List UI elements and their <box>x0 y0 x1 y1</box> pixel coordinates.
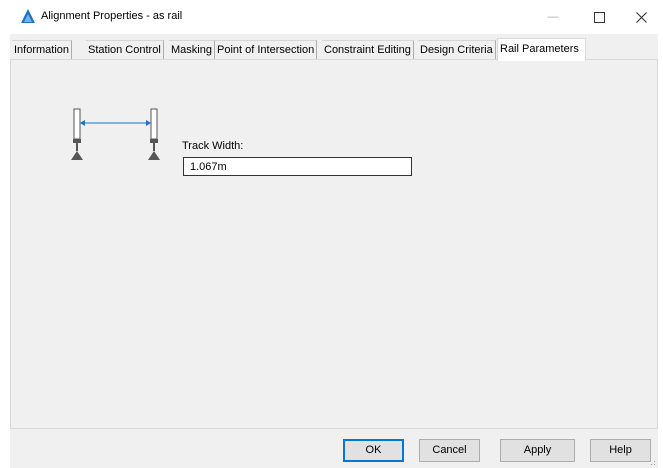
tab-design-criteria[interactable]: Design Criteria <box>418 40 496 60</box>
tab-station-control[interactable]: Station Control <box>86 40 164 60</box>
maximize-button[interactable] <box>578 0 620 34</box>
tab-strip: Information Station Control Masking Poin… <box>10 38 658 61</box>
close-icon <box>635 11 647 23</box>
cancel-button[interactable]: Cancel <box>419 439 480 462</box>
help-button[interactable]: Help <box>590 439 651 462</box>
tab-rail-parameters[interactable]: Rail Parameters <box>497 38 586 61</box>
tab-masking[interactable]: Masking <box>169 40 215 60</box>
maximize-icon <box>593 11 605 23</box>
dialog-client-area: Information Station Control Masking Poin… <box>10 34 658 468</box>
tab-information[interactable]: Information <box>12 40 73 60</box>
minimize-button[interactable]: — <box>532 0 574 34</box>
width-arrow-icon <box>80 120 151 126</box>
track-width-label: Track Width: <box>182 140 244 152</box>
tab-constraint-editing[interactable]: Constraint Editing <box>322 40 414 60</box>
close-button[interactable] <box>620 0 662 34</box>
minimize-icon: — <box>547 11 559 23</box>
ok-button[interactable]: OK <box>343 439 404 462</box>
apply-button[interactable]: Apply <box>500 439 575 462</box>
window-title: Alignment Properties - as rail <box>41 10 183 22</box>
dialog-button-bar: OK Cancel Apply Help <box>10 439 658 468</box>
title-bar[interactable]: Alignment Properties - as rail — <box>0 0 663 34</box>
right-rail-icon <box>148 108 160 160</box>
left-rail-icon <box>71 108 83 160</box>
autocad-civil-icon <box>21 9 35 23</box>
track-width-diagram <box>71 108 160 160</box>
tab-point-of-intersection[interactable]: Point of Intersection <box>215 40 318 60</box>
track-width-input[interactable] <box>183 157 412 176</box>
resize-grip-icon[interactable] <box>648 458 656 466</box>
